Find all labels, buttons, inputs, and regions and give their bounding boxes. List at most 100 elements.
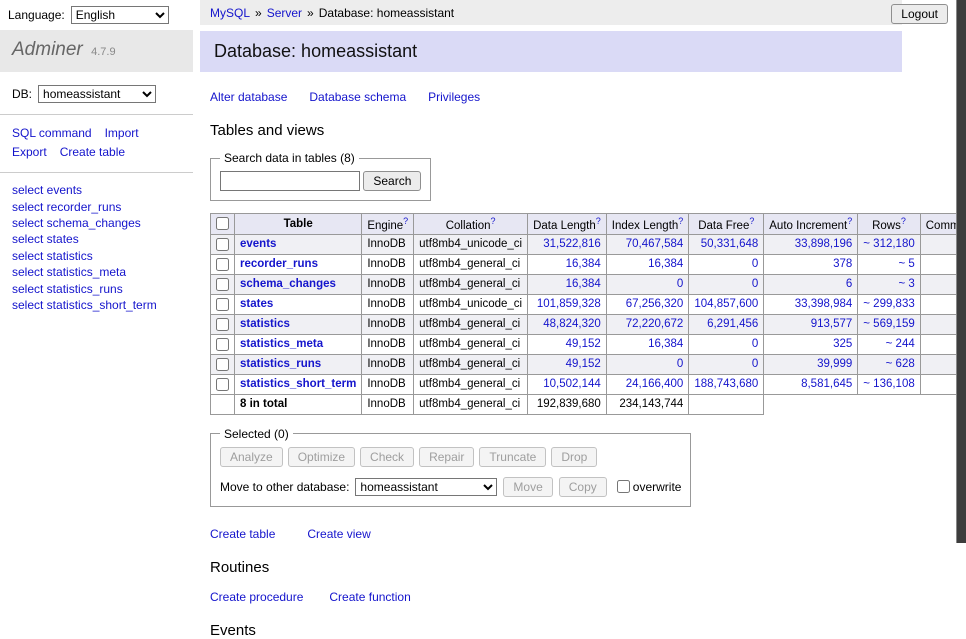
auto-increment-link[interactable]: 33,398,984	[795, 298, 853, 310]
move-database-select[interactable]: homeassistant	[355, 478, 497, 496]
rows-link[interactable]: ~ 244	[886, 338, 915, 350]
data-length-link[interactable]: 101,859,328	[537, 298, 601, 310]
table-link[interactable]: recorder_runs	[240, 258, 318, 270]
sidebar-table-link-statistics-runs[interactable]: select statistics_runs	[12, 282, 181, 296]
sidebar-table-link-states[interactable]: select states	[12, 232, 181, 246]
truncate-button[interactable]: Truncate	[479, 447, 546, 467]
sidebar-table-link-statistics[interactable]: select statistics	[12, 249, 181, 263]
data-length-link[interactable]: 16,384	[566, 278, 601, 290]
help-icon[interactable]: ?	[847, 216, 852, 226]
table-link[interactable]: statistics_meta	[240, 338, 323, 350]
optimize-button[interactable]: Optimize	[288, 447, 355, 467]
breadcrumb-server-link[interactable]: Server	[267, 6, 302, 20]
index-length-link[interactable]: 72,220,672	[626, 318, 684, 330]
logout-button[interactable]: Logout	[891, 4, 948, 24]
index-length-link[interactable]: 16,384	[648, 258, 683, 270]
move-button[interactable]: Move	[503, 477, 552, 497]
index-length-link[interactable]: 0	[677, 278, 683, 290]
row-checkbox[interactable]	[216, 318, 229, 331]
create-function-link[interactable]: Create function	[329, 590, 410, 604]
help-icon[interactable]: ?	[403, 216, 408, 226]
index-length-link[interactable]: 70,467,584	[626, 238, 684, 250]
auto-increment-link[interactable]: 325	[833, 338, 852, 350]
data-free-link[interactable]: 0	[752, 258, 758, 270]
db-select[interactable]: homeassistant	[38, 85, 156, 103]
create-procedure-link[interactable]: Create procedure	[210, 590, 303, 604]
auto-increment-link[interactable]: 33,898,196	[795, 238, 853, 250]
alter-database-link[interactable]: Alter database	[210, 90, 287, 104]
rows-link[interactable]: ~ 312,180	[863, 238, 914, 250]
table-link[interactable]: schema_changes	[240, 278, 336, 290]
auto-increment-link[interactable]: 378	[833, 258, 852, 270]
create-view-link[interactable]: Create view	[307, 527, 370, 541]
rows-link[interactable]: ~ 299,833	[863, 298, 914, 310]
create-table-link[interactable]: Create table	[210, 527, 275, 541]
help-icon[interactable]: ?	[596, 216, 601, 226]
auto-increment-link[interactable]: 8,581,645	[801, 378, 852, 390]
auto-increment-link[interactable]: 913,577	[811, 318, 853, 330]
sidebar-table-link-statistics-short-term[interactable]: select statistics_short_term	[12, 298, 181, 312]
row-checkbox[interactable]	[216, 238, 229, 251]
select-all-checkbox[interactable]	[216, 217, 229, 230]
check-button[interactable]: Check	[360, 447, 414, 467]
copy-button[interactable]: Copy	[559, 477, 607, 497]
privileges-link[interactable]: Privileges	[428, 90, 480, 104]
search-button[interactable]: Search	[363, 171, 421, 191]
table-link[interactable]: statistics	[240, 318, 290, 330]
table-link[interactable]: statistics_short_term	[240, 378, 356, 390]
help-icon[interactable]: ?	[749, 216, 754, 226]
repair-button[interactable]: Repair	[419, 447, 474, 467]
data-free-link[interactable]: 188,743,680	[694, 378, 758, 390]
auto-increment-link[interactable]: 39,999	[817, 358, 852, 370]
drop-button[interactable]: Drop	[551, 447, 597, 467]
auto-increment-link[interactable]: 6	[846, 278, 852, 290]
row-checkbox[interactable]	[216, 278, 229, 291]
sidebar-table-link-schema-changes[interactable]: select schema_changes	[12, 216, 181, 230]
data-free-link[interactable]: 0	[752, 338, 758, 350]
index-length-link[interactable]: 24,166,400	[626, 378, 684, 390]
index-length-link[interactable]: 16,384	[648, 338, 683, 350]
row-checkbox[interactable]	[216, 378, 229, 391]
sidebar-link-import[interactable]: Import	[105, 126, 139, 140]
table-link[interactable]: states	[240, 298, 273, 310]
rows-link[interactable]: ~ 136,108	[863, 378, 914, 390]
index-length-link[interactable]: 67,256,320	[626, 298, 684, 310]
row-checkbox[interactable]	[216, 298, 229, 311]
sidebar-link-export[interactable]: Export	[12, 145, 47, 159]
help-icon[interactable]: ?	[490, 216, 495, 226]
analyze-button[interactable]: Analyze	[220, 447, 283, 467]
row-checkbox[interactable]	[216, 258, 229, 271]
data-free-link[interactable]: 50,331,648	[701, 238, 759, 250]
vertical-scrollbar[interactable]	[956, 0, 966, 543]
data-length-link[interactable]: 48,824,320	[543, 318, 601, 330]
data-length-link[interactable]: 16,384	[566, 258, 601, 270]
data-free-link[interactable]: 104,857,600	[694, 298, 758, 310]
data-free-link[interactable]: 0	[752, 358, 758, 370]
row-checkbox[interactable]	[216, 338, 229, 351]
help-icon[interactable]: ?	[678, 216, 683, 226]
sidebar-link-create-table[interactable]: Create table	[60, 145, 125, 159]
overwrite-checkbox[interactable]	[617, 480, 630, 493]
data-length-link[interactable]: 49,152	[566, 358, 601, 370]
rows-link[interactable]: ~ 5	[898, 258, 914, 270]
rows-link[interactable]: ~ 3	[898, 278, 914, 290]
sidebar-table-link-recorder-runs[interactable]: select recorder_runs	[12, 200, 181, 214]
data-length-link[interactable]: 49,152	[566, 338, 601, 350]
table-link[interactable]: events	[240, 238, 276, 250]
database-schema-link[interactable]: Database schema	[309, 90, 406, 104]
sidebar-link-sql-command[interactable]: SQL command	[12, 126, 92, 140]
rows-link[interactable]: ~ 628	[886, 358, 915, 370]
row-checkbox[interactable]	[216, 358, 229, 371]
breadcrumb-mysql-link[interactable]: MySQL	[210, 6, 250, 20]
index-length-link[interactable]: 0	[677, 358, 683, 370]
data-free-link[interactable]: 0	[752, 278, 758, 290]
data-length-link[interactable]: 10,502,144	[543, 378, 601, 390]
language-select[interactable]: English	[71, 6, 169, 24]
rows-link[interactable]: ~ 569,159	[863, 318, 914, 330]
search-input[interactable]	[220, 171, 360, 191]
sidebar-table-link-events[interactable]: select events	[12, 183, 181, 197]
help-icon[interactable]: ?	[901, 216, 906, 226]
data-free-link[interactable]: 6,291,456	[707, 318, 758, 330]
table-link[interactable]: statistics_runs	[240, 358, 321, 370]
data-length-link[interactable]: 31,522,816	[543, 238, 601, 250]
